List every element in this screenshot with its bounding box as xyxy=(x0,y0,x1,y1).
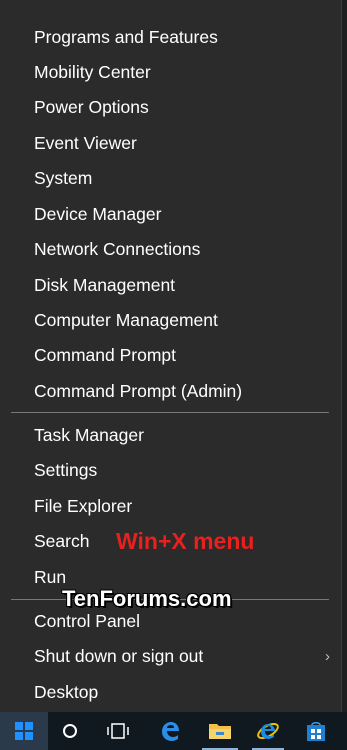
menu-item-disk-management[interactable]: Disk Management xyxy=(0,268,340,303)
menu-item-network-connections[interactable]: Network Connections xyxy=(0,232,340,267)
start-button[interactable] xyxy=(0,712,48,750)
menu-item-file-explorer[interactable]: File Explorer xyxy=(0,489,340,524)
internet-explorer-icon xyxy=(257,723,279,739)
menu-item-device-manager[interactable]: Device Manager xyxy=(0,197,340,232)
watermark-text: TenForums.com xyxy=(62,586,232,611)
menu-item-system[interactable]: System xyxy=(0,161,340,196)
menu-item-label: Mobility Center xyxy=(34,62,151,82)
menu-item-label: Task Manager xyxy=(34,425,144,445)
menu-item-command-prompt-admin[interactable]: Command Prompt (Admin) xyxy=(0,374,340,409)
file-explorer-button[interactable] xyxy=(198,712,242,750)
menu-item-label: System xyxy=(34,168,93,188)
menu-item-desktop[interactable]: Desktop xyxy=(0,675,340,710)
menu-item-label: Computer Management xyxy=(34,310,218,330)
menu-item-label: Disk Management xyxy=(34,275,176,295)
menu-item-event-viewer[interactable]: Event Viewer xyxy=(0,126,340,161)
screen: Programs and Features Mobility Center Po… xyxy=(0,0,347,750)
menu-item-command-prompt[interactable]: Command Prompt xyxy=(0,338,340,373)
menu-item-programs-and-features[interactable]: Programs and Features xyxy=(0,20,340,55)
menu-item-label: Command Prompt xyxy=(34,345,176,365)
menu-item-settings[interactable]: Settings xyxy=(0,453,340,488)
menu-item-label: Command Prompt (Admin) xyxy=(34,381,243,401)
menu-item-label: Programs and Features xyxy=(34,27,218,47)
menu-item-label: Device Manager xyxy=(34,204,162,224)
task-view-icon xyxy=(107,723,129,739)
menu-item-label: Power Options xyxy=(34,97,149,117)
store-button[interactable] xyxy=(296,712,336,750)
caption-text: Win+X menu xyxy=(116,528,255,554)
file-explorer-icon xyxy=(209,724,231,739)
menu-item-shut-down-or-sign-out[interactable]: Shut down or sign out › xyxy=(0,639,340,674)
menu-item-label: Desktop xyxy=(34,682,99,702)
menu-item-label: Run xyxy=(34,567,67,587)
menu-item-label: Search xyxy=(34,531,90,551)
task-view-button[interactable] xyxy=(98,712,138,750)
edge-button[interactable] xyxy=(150,712,190,750)
edge-icon xyxy=(162,722,179,741)
search-circle-icon xyxy=(63,724,77,738)
menu-item-label: File Explorer xyxy=(34,496,133,516)
store-icon xyxy=(307,722,325,741)
taskbar xyxy=(0,712,347,750)
internet-explorer-button[interactable] xyxy=(248,712,288,750)
menu-item-label: Control Panel xyxy=(34,611,141,631)
menu-item-label: Network Connections xyxy=(34,239,201,259)
search-button[interactable] xyxy=(50,712,90,750)
menu-item-label: Shut down or sign out xyxy=(34,646,204,666)
menu-item-computer-management[interactable]: Computer Management xyxy=(0,303,340,338)
menu-item-label: Event Viewer xyxy=(34,133,137,153)
menu-item-label: Settings xyxy=(34,460,98,480)
menu-item-task-manager[interactable]: Task Manager xyxy=(0,418,340,453)
menu-item-mobility-center[interactable]: Mobility Center xyxy=(0,55,340,90)
menu-item-power-options[interactable]: Power Options xyxy=(0,90,340,125)
chevron-right-icon: › xyxy=(325,648,330,665)
windows-logo-icon xyxy=(15,722,33,740)
menu-separator xyxy=(11,412,329,413)
